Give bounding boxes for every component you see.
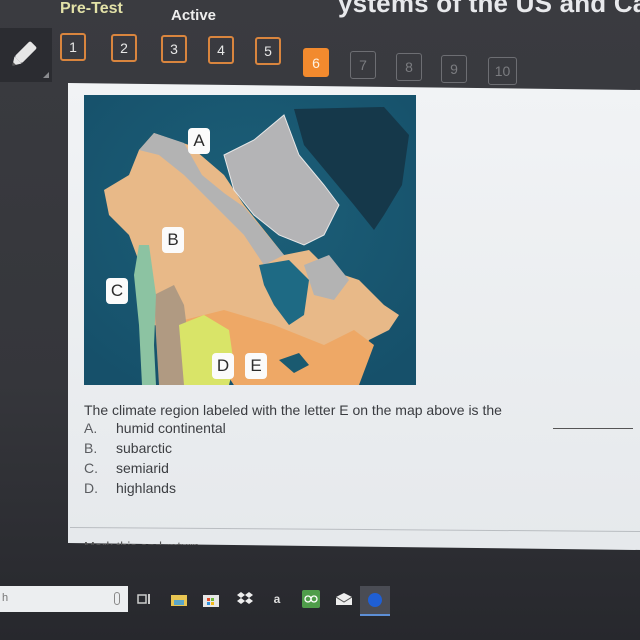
lesson-title: ystems of the US and Can bbox=[338, 0, 640, 18]
screen: ystems of the US and Can Pre-Test Active… bbox=[0, 0, 640, 640]
taskbar: h a bbox=[0, 586, 640, 616]
option-letter: A. bbox=[84, 420, 98, 436]
edge-icon bbox=[368, 593, 382, 607]
answer-options: A. humid continental B. subarctic C. sem… bbox=[84, 420, 226, 504]
amazon-icon[interactable]: a bbox=[268, 590, 286, 608]
map-label-d: D bbox=[212, 353, 234, 379]
map-label-a: A bbox=[188, 128, 210, 154]
option-letter: B. bbox=[84, 440, 98, 456]
question-text: The climate region labeled with the lett… bbox=[84, 402, 502, 418]
question-6-button[interactable]: 6 bbox=[303, 48, 329, 77]
option-text: humid continental bbox=[116, 420, 226, 436]
section-label: Pre-Test bbox=[60, 0, 123, 17]
option-letter: D. bbox=[84, 480, 98, 496]
map-label-e: E bbox=[245, 353, 267, 379]
mark-return-link[interactable]: Mark this and return bbox=[84, 539, 200, 545]
option-c[interactable]: C. semiarid bbox=[84, 460, 226, 481]
map-label-b: B bbox=[162, 227, 184, 253]
taskbar-search-input[interactable]: h bbox=[0, 586, 128, 612]
mail-icon[interactable] bbox=[335, 590, 353, 608]
option-text: subarctic bbox=[116, 440, 173, 456]
option-d[interactable]: D. highlands bbox=[84, 480, 226, 501]
question-2-button[interactable]: 2 bbox=[111, 34, 137, 62]
map-label-c: C bbox=[106, 278, 128, 304]
question-7-button[interactable]: 7 bbox=[350, 51, 376, 79]
question-10-button[interactable]: 10 bbox=[488, 57, 517, 85]
expand-corner-icon bbox=[43, 72, 49, 78]
climate-map: A B C D E bbox=[84, 95, 416, 385]
question-3-button[interactable]: 3 bbox=[161, 35, 187, 63]
pencil-icon bbox=[12, 41, 37, 66]
option-a[interactable]: A. humid continental bbox=[84, 420, 226, 441]
question-9-button[interactable]: 9 bbox=[441, 55, 467, 83]
option-text: highlands bbox=[116, 480, 176, 496]
store-icon[interactable] bbox=[202, 590, 220, 608]
map-graphic bbox=[84, 95, 416, 385]
status-label: Active bbox=[171, 7, 217, 24]
tripadvisor-icon[interactable] bbox=[302, 590, 320, 608]
answer-blank bbox=[553, 428, 633, 429]
dropbox-icon[interactable] bbox=[236, 590, 254, 608]
question-5-button[interactable]: 5 bbox=[255, 37, 281, 65]
question-8-button[interactable]: 8 bbox=[396, 53, 422, 81]
question-1-button[interactable]: 1 bbox=[60, 33, 86, 61]
task-view-icon[interactable] bbox=[135, 590, 153, 608]
file-explorer-icon[interactable] bbox=[170, 590, 188, 608]
microphone-icon[interactable] bbox=[114, 592, 120, 605]
option-text: semiarid bbox=[116, 460, 169, 476]
search-placeholder: h bbox=[2, 592, 9, 604]
option-letter: C. bbox=[84, 460, 98, 476]
pencil-tool-button[interactable] bbox=[0, 28, 52, 82]
option-b[interactable]: B. subarctic bbox=[84, 440, 226, 461]
edge-browser-button[interactable] bbox=[360, 586, 390, 616]
question-4-button[interactable]: 4 bbox=[208, 36, 234, 64]
